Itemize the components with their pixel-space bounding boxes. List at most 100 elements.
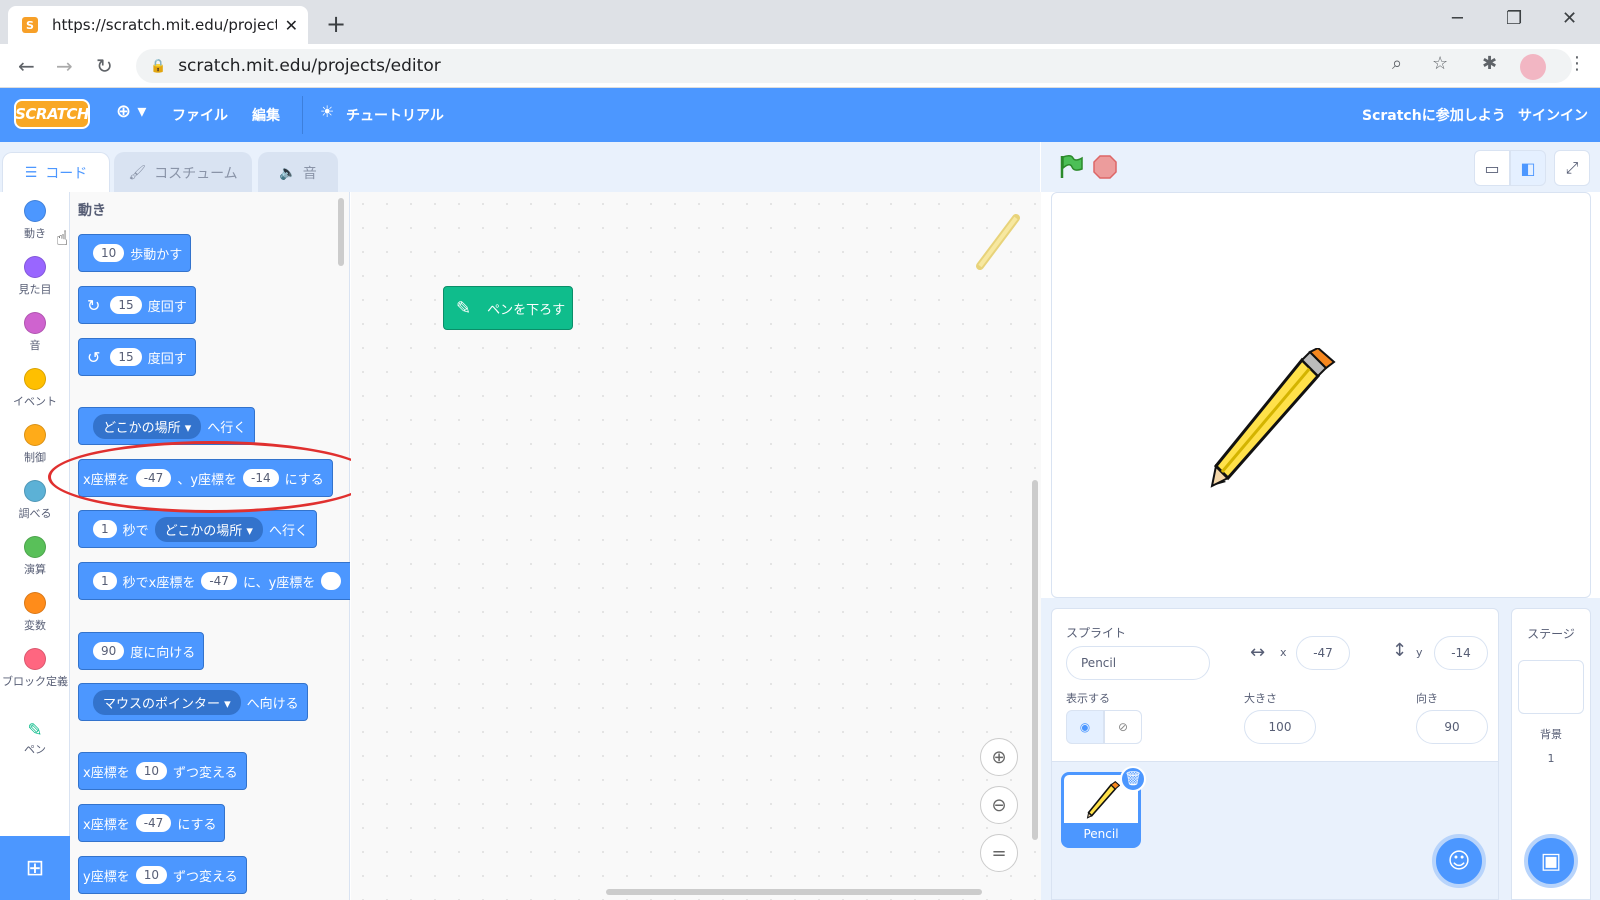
block-dropdown[interactable]: どこかの場所 ▾ [93, 413, 202, 439]
category-label: 動き [24, 227, 46, 240]
block-text: にする [177, 817, 217, 833]
tab-sound-label: 音 [302, 165, 317, 182]
block-turn-left[interactable]: ↺ 15 度回す [78, 338, 196, 376]
minimize-icon[interactable]: ─ [1452, 8, 1463, 29]
browser-tab[interactable]: S https://scratch.mit.edu/projects/e ✕ [8, 6, 308, 44]
stop-icon[interactable] [1092, 154, 1118, 180]
signin-link[interactable]: サインイン [1518, 105, 1588, 125]
pen-block-icon: ✎ [456, 297, 472, 319]
block-turn-right[interactable]: ↻ 15 度回す [78, 286, 196, 324]
backdrop-label: 背景 [1540, 728, 1562, 741]
block-move-steps[interactable]: 10 歩動かす [78, 234, 192, 272]
choose-sprite-button[interactable]: ☺ [1432, 834, 1486, 888]
fullscreen-button[interactable]: ⤢ [1554, 150, 1590, 186]
bookmark-star-icon[interactable]: ☆ [1432, 53, 1448, 74]
add-extension-button[interactable]: ⊞ [0, 836, 70, 900]
workspace-v-scrollbar[interactable] [1032, 480, 1038, 840]
pen-down-block[interactable]: ✎ ペンを下ろす [443, 286, 573, 330]
forward-icon[interactable]: → [56, 54, 73, 78]
category-events[interactable]: イベント [0, 368, 70, 409]
backdrop-thumbnail[interactable] [1518, 660, 1584, 714]
block-input[interactable]: -47 [201, 572, 237, 590]
category-operators[interactable]: 演算 [0, 536, 70, 577]
zoom-reset-button[interactable]: = [980, 834, 1018, 872]
block-set-x[interactable]: x座標を -47 にする [78, 804, 226, 842]
join-scratch-link[interactable]: Scratchに参加しよう [1362, 105, 1506, 125]
tab-sound[interactable]: 🔈 音 [258, 152, 338, 192]
zoom-in-button[interactable]: ⊕ [980, 738, 1018, 776]
eye-slash-icon: ⊘ [1117, 720, 1129, 734]
zoom-out-button[interactable]: ⊖ [980, 786, 1018, 824]
scratch-favicon-icon: S [22, 17, 38, 33]
block-input[interactable]: 15 [110, 296, 142, 314]
profile-avatar[interactable] [1520, 54, 1546, 80]
category-sound[interactable]: 音 [0, 312, 70, 353]
block-input[interactable]: 1 [93, 572, 117, 590]
block-text: へ行く [207, 420, 247, 436]
block-input[interactable]: 10 [135, 866, 167, 884]
category-my-blocks[interactable]: ブロック定義 [0, 648, 70, 689]
block-dropdown[interactable]: マウスのポインター ▾ [93, 689, 241, 715]
menu-file[interactable]: ファイル [172, 105, 228, 125]
category-looks[interactable]: 見た目 [0, 256, 70, 297]
omnibox[interactable]: 🔒 scratch.mit.edu/projects/editor [136, 49, 1572, 83]
restore-icon[interactable]: ❐ [1506, 8, 1522, 29]
workspace-h-scrollbar[interactable] [606, 889, 982, 895]
block-goto[interactable]: どこかの場所 ▾ へ行く [78, 407, 256, 445]
block-change-y[interactable]: y座標を 10 ずつ変える [78, 856, 247, 894]
block-point-direction[interactable]: 90 度に向ける [78, 632, 205, 670]
block-input[interactable]: 10 [135, 762, 167, 780]
block-text: 歩動かす [130, 247, 183, 263]
language-globe-icon[interactable]: ⊕ ▾ [116, 101, 146, 122]
tab-close-icon[interactable]: ✕ [285, 16, 298, 35]
sprite-name-input[interactable]: Pencil [1066, 646, 1210, 680]
block-glide-xy[interactable]: 1 秒でx座標を -47 に、y座標を [78, 562, 350, 600]
block-input[interactable]: 15 [110, 348, 142, 366]
reload-icon[interactable]: ↻ [96, 54, 113, 78]
normal-stage-button[interactable]: ◧ [1510, 150, 1546, 186]
green-flag-icon[interactable] [1058, 154, 1084, 180]
block-text: x座標を [83, 765, 130, 781]
size-label: 大きさ [1244, 692, 1277, 705]
show-label: 表示する [1066, 692, 1110, 705]
delete-sprite-button[interactable]: 🗑 [1120, 766, 1146, 792]
hide-sprite-button[interactable]: ⊘ [1104, 710, 1142, 744]
extensions-icon[interactable]: ✱ [1482, 53, 1497, 74]
block-input[interactable]: 1 [93, 520, 117, 538]
x-input[interactable]: -47 [1296, 636, 1350, 670]
code-icon: ☰ [24, 164, 38, 181]
stage-pencil-sprite[interactable] [1206, 348, 1336, 488]
speaker-icon: 🔈 [279, 164, 297, 181]
scratch-logo[interactable]: SCRATCH [14, 99, 90, 129]
block-glide-to[interactable]: 1 秒で どこかの場所 ▾ へ行く [78, 510, 317, 548]
category-dot [24, 648, 46, 670]
block-input[interactable]: 90 [93, 642, 125, 660]
block-input[interactable] [321, 572, 342, 590]
back-icon[interactable]: ← [18, 54, 35, 78]
category-control[interactable]: 制御 [0, 424, 70, 465]
sprite-label: スプライト [1066, 626, 1127, 640]
browser-menu-icon[interactable]: ⋮ [1568, 53, 1586, 74]
window-close-icon[interactable]: ✕ [1562, 8, 1577, 29]
category-pen[interactable]: ✎ ペン [0, 720, 70, 757]
palette-scrollbar[interactable] [338, 198, 344, 266]
block-change-x[interactable]: x座標を 10 ずつ変える [78, 752, 247, 790]
tab-code[interactable]: ☰ コード [2, 152, 110, 192]
category-variables[interactable]: 変数 [0, 592, 70, 633]
menu-edit[interactable]: 編集 [252, 105, 280, 125]
menu-tutorial[interactable]: チュートリアル [346, 105, 444, 125]
block-point-towards[interactable]: マウスのポインター ▾ へ向ける [78, 683, 308, 721]
tab-costume[interactable]: 🖌 コスチューム [114, 152, 252, 192]
choose-backdrop-button[interactable]: ▣ [1524, 834, 1578, 888]
show-sprite-button[interactable]: ◉ [1066, 710, 1104, 744]
block-text: に、y座標を [242, 575, 316, 591]
block-input[interactable]: 10 [93, 244, 125, 262]
y-input[interactable]: -14 [1434, 636, 1488, 670]
new-tab-button[interactable]: + [326, 10, 346, 38]
small-stage-button[interactable]: ▭ [1474, 150, 1510, 186]
block-input[interactable]: -47 [135, 814, 172, 832]
direction-input[interactable]: 90 [1416, 710, 1488, 744]
size-input[interactable]: 100 [1244, 710, 1316, 744]
zoom-icon[interactable]: ⌕ [1392, 53, 1402, 74]
block-dropdown[interactable]: どこかの場所 ▾ [154, 516, 263, 542]
